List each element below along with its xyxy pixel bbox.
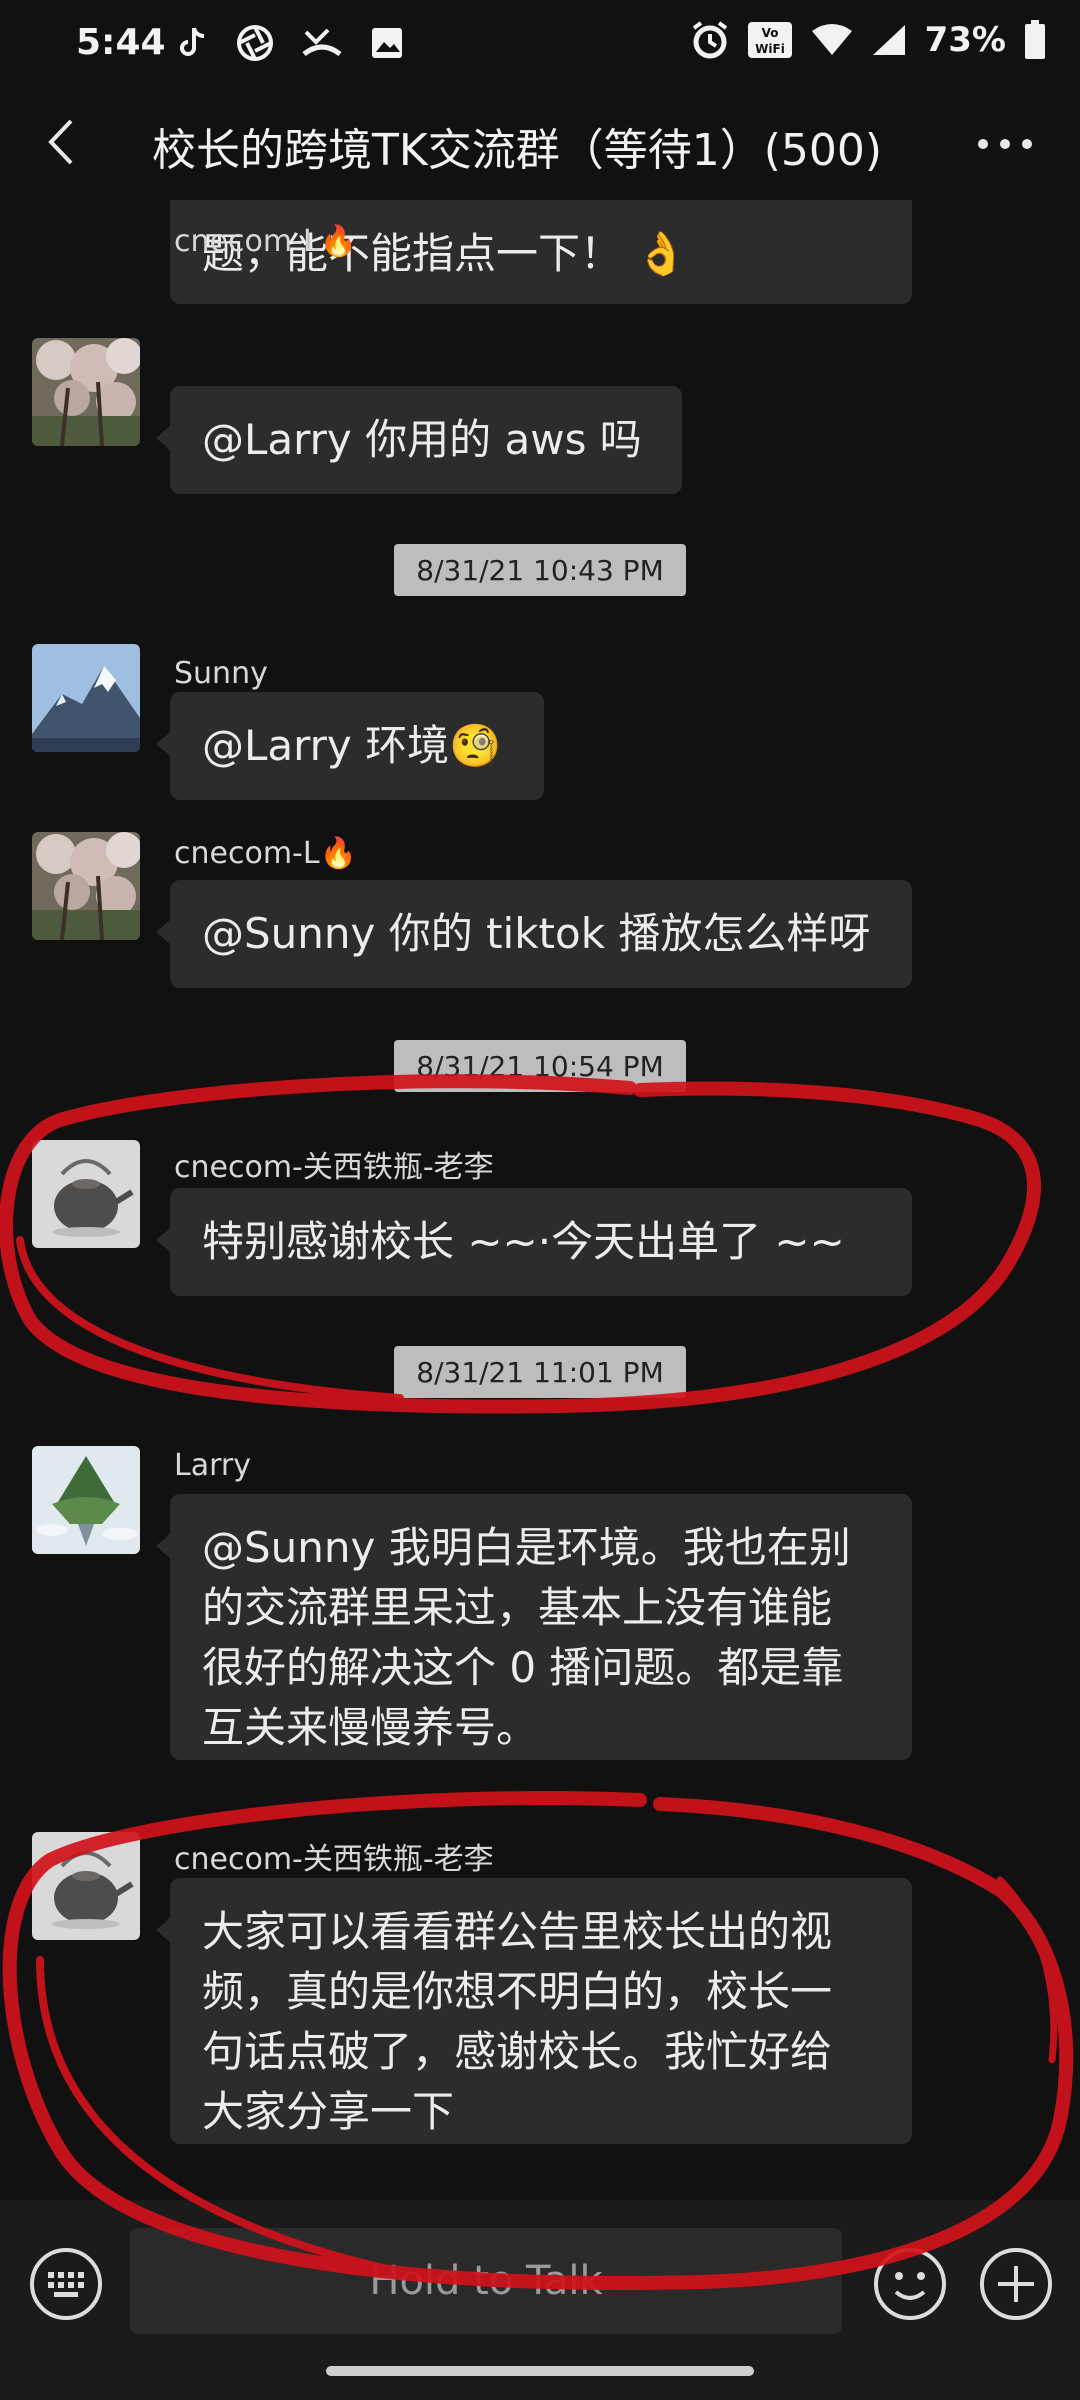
emoji-icon	[874, 2248, 946, 2320]
chat-title: 校长的跨境TK交流群（等待1）(500)	[152, 125, 883, 176]
status-bar: 5:44 Vo WiFi 73%	[0, 0, 1080, 92]
plus-icon	[980, 2248, 1052, 2320]
message-line: 大家可以看看群公告里校长出的视	[202, 1907, 833, 1956]
status-right-icons: Vo WiFi 73%	[691, 20, 1046, 60]
sender-name: cnecom-关西铁瓶-老李	[174, 1842, 494, 1877]
message-bubble[interactable]: @Sunny 你的 tiktok 播放怎么样呀	[156, 880, 912, 988]
sender-name: Sunny	[174, 656, 268, 691]
mountain-avatar[interactable]	[32, 644, 140, 752]
timestamp: 8/31/21 10:54 PM	[394, 1040, 686, 1092]
blossom-avatar[interactable]	[32, 832, 140, 940]
message-bubble[interactable]: @Larry 环境🧐	[156, 692, 544, 800]
message-line: @Sunny 我明白是环境。我也在别	[202, 1523, 851, 1572]
more-actions-button[interactable]	[978, 2246, 1054, 2322]
message-text: 特别感谢校长 ~~·今天出单了 ~~	[202, 1217, 845, 1266]
sender-name: cnecom-L🔥	[174, 836, 357, 871]
message-list[interactable]: 题，能不能指点一下！ 👌 cnecom-L🔥 @Larry 你用的 aws 吗 …	[0, 200, 1080, 2200]
message-line: 频，真的是你想不明白的，校长一	[202, 1967, 833, 2016]
message-line: 的交流群里呆过，基本上没有谁能	[202, 1583, 833, 1632]
message-bubble[interactable]: @Sunny 我明白是环境。我也在别 的交流群里呆过，基本上没有谁能 很好的解决…	[156, 1494, 912, 1760]
message-text: @Larry 你用的 aws 吗	[202, 415, 642, 464]
message-line: 很好的解决这个 0 播问题。都是靠	[202, 1643, 844, 1692]
more-options-button[interactable]	[970, 114, 1040, 174]
message-text: @Larry 环境🧐	[202, 721, 502, 770]
signal-icon	[872, 25, 905, 55]
teapot-avatar[interactable]	[32, 1832, 140, 1940]
image-icon	[372, 28, 402, 58]
vowifi-icon: Vo WiFi	[747, 22, 792, 58]
svg-text:Vo: Vo	[761, 26, 778, 40]
battery-icon	[1025, 20, 1045, 59]
blossom-avatar[interactable]	[32, 338, 140, 446]
floating-island-avatar[interactable]	[32, 1446, 140, 1554]
message-line: 句话点破了，感谢校长。我忙好给	[202, 2027, 833, 2076]
svg-text:WiFi: WiFi	[755, 42, 785, 56]
keyboard-toggle-button[interactable]	[28, 2246, 104, 2322]
message-text: @Sunny 你的 tiktok 播放怎么样呀	[202, 909, 871, 958]
hold-to-talk-button[interactable]: Hold to Talk	[130, 2228, 842, 2334]
back-button[interactable]	[28, 110, 92, 174]
wifi-icon	[811, 24, 852, 55]
sender-name: cnecom-关西铁瓶-老李	[174, 1150, 494, 1185]
message-bubble[interactable]: 特别感谢校长 ~~·今天出单了 ~~	[156, 1188, 912, 1296]
timestamp: 8/31/21 10:43 PM	[394, 544, 686, 596]
chevron-left-icon	[48, 119, 73, 165]
message-bubble[interactable]: @Larry 你用的 aws 吗	[156, 386, 682, 494]
message-line: 互关来慢慢养号。	[202, 1703, 539, 1752]
status-time: 5:44	[76, 22, 166, 63]
battery-percent: 73%	[924, 20, 1006, 60]
more-dots-icon	[978, 139, 1032, 149]
chat-header: 校长的跨境TK交流群（等待1）(500)	[0, 92, 1080, 200]
missed-call-icon	[302, 28, 342, 57]
message-line: 大家分享一下	[202, 2087, 455, 2136]
sender-name: Larry	[174, 1448, 251, 1483]
tiktok-icon	[180, 27, 205, 56]
home-indicator[interactable]	[326, 2366, 754, 2376]
timestamp: 8/31/21 11:01 PM	[394, 1346, 686, 1398]
aperture-icon	[237, 25, 273, 61]
emoji-button[interactable]	[872, 2246, 948, 2322]
keyboard-icon	[30, 2248, 102, 2320]
sender-name: cnecom-L🔥	[174, 224, 357, 259]
alarm-icon	[692, 21, 727, 59]
message-bubble[interactable]: 大家可以看看群公告里校长出的视 频，真的是你想不明白的，校长一 句话点破了，感谢…	[156, 1878, 912, 2144]
status-left-icons	[178, 24, 404, 62]
teapot-avatar[interactable]	[32, 1140, 140, 1248]
